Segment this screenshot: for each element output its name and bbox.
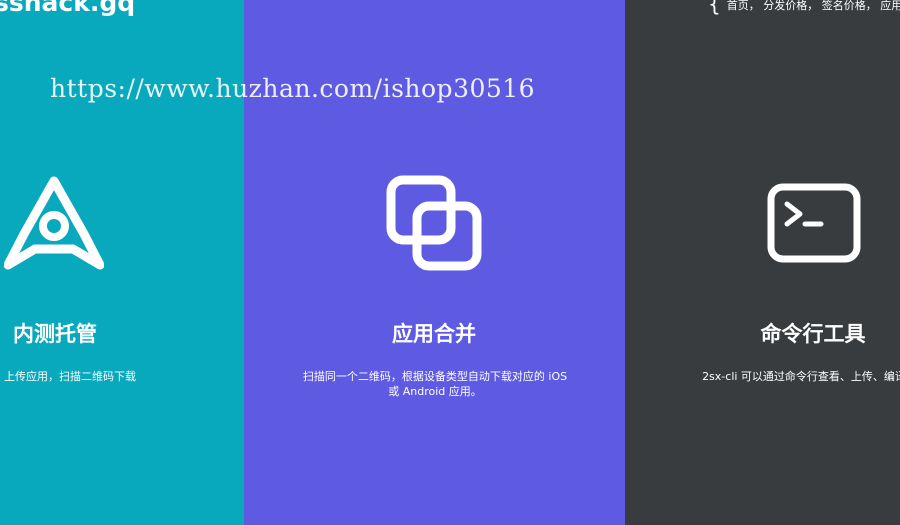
code-snippet: { 首页， 分发价格， 签名价格， 应用 [708,0,900,16]
merge-squares-icon [386,175,482,271]
feature-description: 2sx-cli 可以通过命令行查看、上传、编译、发 [702,370,900,383]
rocket-icon [4,176,104,270]
watermark-url: https://www.huzhan.com/ishop30516 [50,74,536,103]
feature-panel-cli: 命令行工具 2sx-cli 可以通过命令行查看、上传、编译、发 [625,0,900,525]
code-snippet-text: 首页， 分发价格， 签名价格， 应用 [726,0,900,12]
feature-title: 命令行工具 [760,322,866,346]
feature-title: 应用合并 [392,322,476,346]
feature-description: 上传应用，扫描二维码下载 [4,370,136,383]
brace-glyph: { [708,0,721,16]
terminal-icon [767,183,861,263]
feature-description: 扫描同一个二维码，根据设备类型自动下载对应的 iOS 或 Android 应用。 [302,370,568,398]
page: sshack.gq 内测托管 上传应用，扫描二维码下载 应用合并 扫描同一个二维… [0,0,900,525]
brand-logo-text[interactable]: sshack.gq [0,0,135,17]
feature-title: 内测托管 [13,322,97,346]
